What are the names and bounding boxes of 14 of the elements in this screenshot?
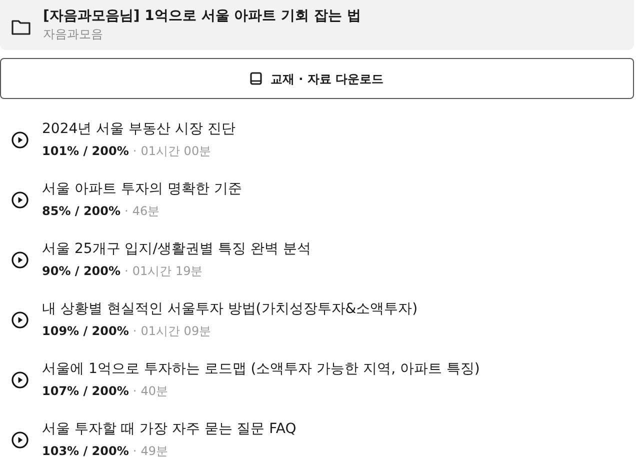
separator-dot: · bbox=[132, 384, 137, 399]
lesson-duration: 01시간 19분 bbox=[132, 264, 203, 279]
separator-dot: · bbox=[132, 144, 137, 159]
lesson-duration: 01시간 00분 bbox=[140, 144, 212, 159]
lesson-duration: 49분 bbox=[140, 444, 168, 457]
lesson-duration: 46분 bbox=[132, 204, 160, 219]
course-title: [자음과모음님] 1억으로 서울 아파트 기회 잡는 법 bbox=[43, 8, 361, 26]
separator-dot: · bbox=[124, 264, 128, 279]
separator-dot: · bbox=[132, 324, 137, 339]
separator-dot: · bbox=[124, 204, 128, 219]
course-author: 자음과모음 bbox=[43, 27, 104, 42]
separator-dot: · bbox=[132, 444, 137, 457]
lesson-duration: 40분 bbox=[140, 384, 168, 399]
lesson-duration: 01시간 09분 bbox=[140, 324, 212, 339]
